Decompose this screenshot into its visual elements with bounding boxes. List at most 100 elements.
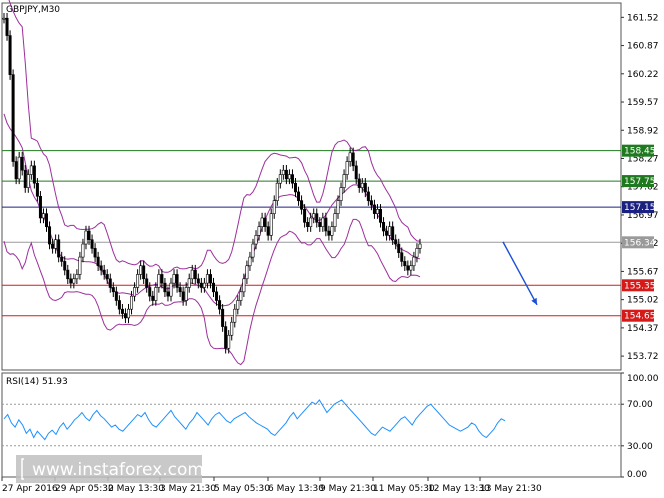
- price-candle: [111, 287, 115, 293]
- price-candle: [35, 182, 39, 197]
- price-candle: [300, 200, 304, 210]
- price-candle: [81, 243, 85, 258]
- price-candle: [348, 152, 352, 162]
- price-candle: [409, 265, 413, 271]
- time-tick-label: 27 Apr 2016: [2, 484, 58, 494]
- price-candle: [415, 248, 419, 258]
- price-candle: [366, 191, 370, 201]
- price-candle: [172, 274, 176, 284]
- price-panel: 161.52160.87160.22159.57158.92158.27157.…: [1, 0, 659, 371]
- price-candle: [251, 243, 255, 258]
- price-candle: [17, 156, 21, 180]
- price-candle: [202, 282, 206, 288]
- price-candle: [60, 256, 64, 262]
- price-candle: [63, 261, 67, 271]
- price-candle: [193, 269, 197, 280]
- price-candle: [278, 174, 282, 184]
- price-candle: [190, 269, 194, 280]
- price-candle: [51, 243, 55, 249]
- price-candle: [394, 239, 398, 245]
- price-candle: [99, 265, 103, 271]
- price-candle: [72, 278, 76, 284]
- price-candle: [175, 274, 179, 288]
- price-candle: [321, 217, 325, 227]
- price-candle: [126, 308, 130, 319]
- price-candle: [154, 287, 158, 301]
- price-candle: [5, 17, 9, 36]
- price-candle: [38, 195, 42, 219]
- level-label: 157.75: [624, 177, 656, 187]
- level-label: 154.65: [624, 312, 656, 322]
- price-candle: [379, 209, 383, 223]
- price-candle: [287, 174, 291, 180]
- price-candle: [208, 274, 212, 284]
- price-candle: [406, 265, 410, 271]
- price-tick-label: 155.67: [627, 267, 659, 277]
- price-candle: [309, 217, 313, 227]
- price-candle: [388, 226, 392, 236]
- price-candle: [397, 243, 401, 254]
- price-candle: [145, 278, 149, 288]
- price-candle: [41, 213, 45, 219]
- price-candle: [96, 256, 100, 267]
- price-candle: [269, 213, 273, 236]
- price-candle: [248, 256, 252, 267]
- price-candle: [312, 213, 316, 219]
- rsi-tick-label: 0.00: [627, 470, 647, 480]
- price-candle: [245, 265, 249, 280]
- price-tick-label: 158.92: [627, 126, 659, 136]
- price-candle: [357, 178, 361, 188]
- price-candle: [224, 326, 228, 349]
- price-candle: [87, 230, 91, 241]
- rsi-tick-label: 100.00: [627, 374, 659, 384]
- price-candle: [75, 274, 79, 280]
- price-candle: [281, 169, 285, 175]
- price-candle: [418, 243, 422, 249]
- price-candle: [102, 269, 106, 275]
- price-candle: [345, 161, 349, 175]
- price-candle: [257, 226, 261, 236]
- gbpjpy-chart: 161.52160.87160.22159.57158.92158.27157.…: [1, 0, 659, 494]
- price-candle: [293, 182, 297, 193]
- price-candle: [363, 182, 367, 193]
- price-candle: [336, 200, 340, 214]
- price-candle: [242, 278, 246, 293]
- price-tick-label: 161.52: [627, 13, 659, 23]
- price-candle: [327, 230, 331, 236]
- price-candle: [2, 17, 6, 20]
- price-candle: [382, 222, 386, 232]
- price-candle: [318, 222, 322, 227]
- price-candle: [196, 278, 200, 284]
- price-candle: [69, 278, 73, 284]
- price-candle: [8, 35, 12, 75]
- price-candle: [372, 204, 376, 214]
- price-candle: [236, 300, 240, 310]
- price-candle: [130, 295, 134, 310]
- price-candle: [133, 287, 137, 297]
- price-candle: [375, 209, 379, 214]
- price-candle: [254, 235, 258, 245]
- price-candle: [369, 200, 373, 206]
- price-candle: [66, 269, 70, 280]
- price-candle: [160, 274, 164, 284]
- price-candle: [148, 287, 152, 297]
- price-candle: [339, 187, 343, 201]
- price-candle: [227, 334, 231, 349]
- price-candle: [297, 191, 301, 201]
- rsi-tick-label: 70.00: [627, 400, 653, 410]
- symbol-label: GBPJPY,M30: [6, 5, 60, 15]
- price-candle: [412, 256, 416, 267]
- price-candle: [306, 222, 310, 227]
- price-candle: [324, 217, 328, 232]
- time-tick-label: 2 May 13:30: [108, 484, 164, 494]
- price-candle: [275, 182, 279, 201]
- price-candle: [57, 239, 61, 258]
- price-candle: [360, 182, 364, 188]
- price-tick-label: 154.37: [627, 324, 659, 334]
- level-label: 156.34: [624, 238, 656, 248]
- price-tick-label: 160.87: [627, 42, 659, 52]
- price-candle: [351, 152, 355, 167]
- level-label: 155.35: [624, 281, 656, 291]
- price-candle: [93, 248, 97, 258]
- price-candle: [157, 274, 161, 288]
